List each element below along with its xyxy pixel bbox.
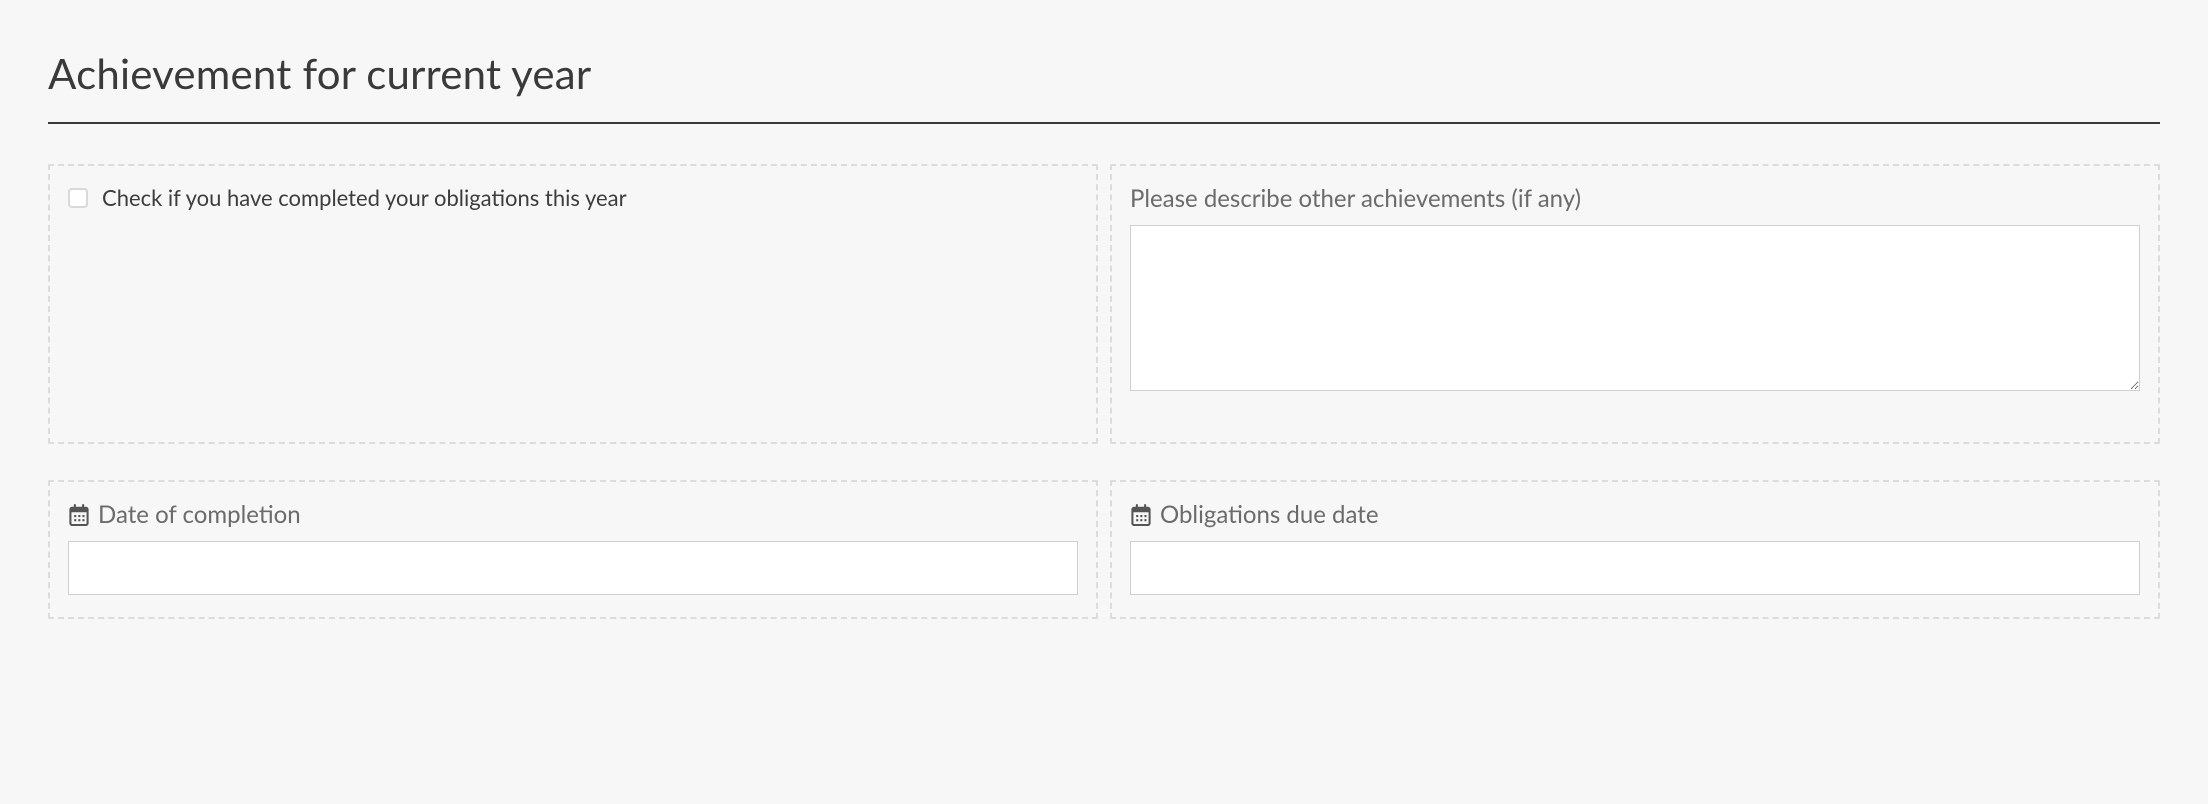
obligations-due-date-input[interactable] [1130, 541, 2140, 595]
other-achievements-label: Please describe other achievements (if a… [1130, 184, 2140, 213]
other-achievements-textarea[interactable] [1130, 225, 2140, 391]
calendar-icon [1130, 504, 1152, 526]
completed-obligations-label: Check if you have completed your obligat… [102, 184, 627, 211]
completed-obligations-checkbox[interactable] [68, 188, 88, 208]
section-title: Achievement for current year [48, 48, 2160, 98]
field-completed-obligations: Check if you have completed your obligat… [48, 164, 1098, 444]
form-row-2: Date of completion Obligations due date [48, 480, 2160, 619]
section-divider [48, 122, 2160, 124]
field-date-of-completion: Date of completion [48, 480, 1098, 619]
date-of-completion-label: Date of completion [98, 500, 301, 529]
obligations-due-date-label-wrap: Obligations due date [1130, 500, 2140, 529]
checkbox-row: Check if you have completed your obligat… [68, 184, 1078, 211]
date-of-completion-input[interactable] [68, 541, 1078, 595]
field-other-achievements: Please describe other achievements (if a… [1110, 164, 2160, 444]
obligations-due-date-label: Obligations due date [1160, 500, 1379, 529]
date-of-completion-label-wrap: Date of completion [68, 500, 1078, 529]
calendar-icon [68, 504, 90, 526]
achievement-form-section: Achievement for current year Check if yo… [0, 0, 2208, 804]
field-obligations-due-date: Obligations due date [1110, 480, 2160, 619]
form-row-1: Check if you have completed your obligat… [48, 164, 2160, 444]
